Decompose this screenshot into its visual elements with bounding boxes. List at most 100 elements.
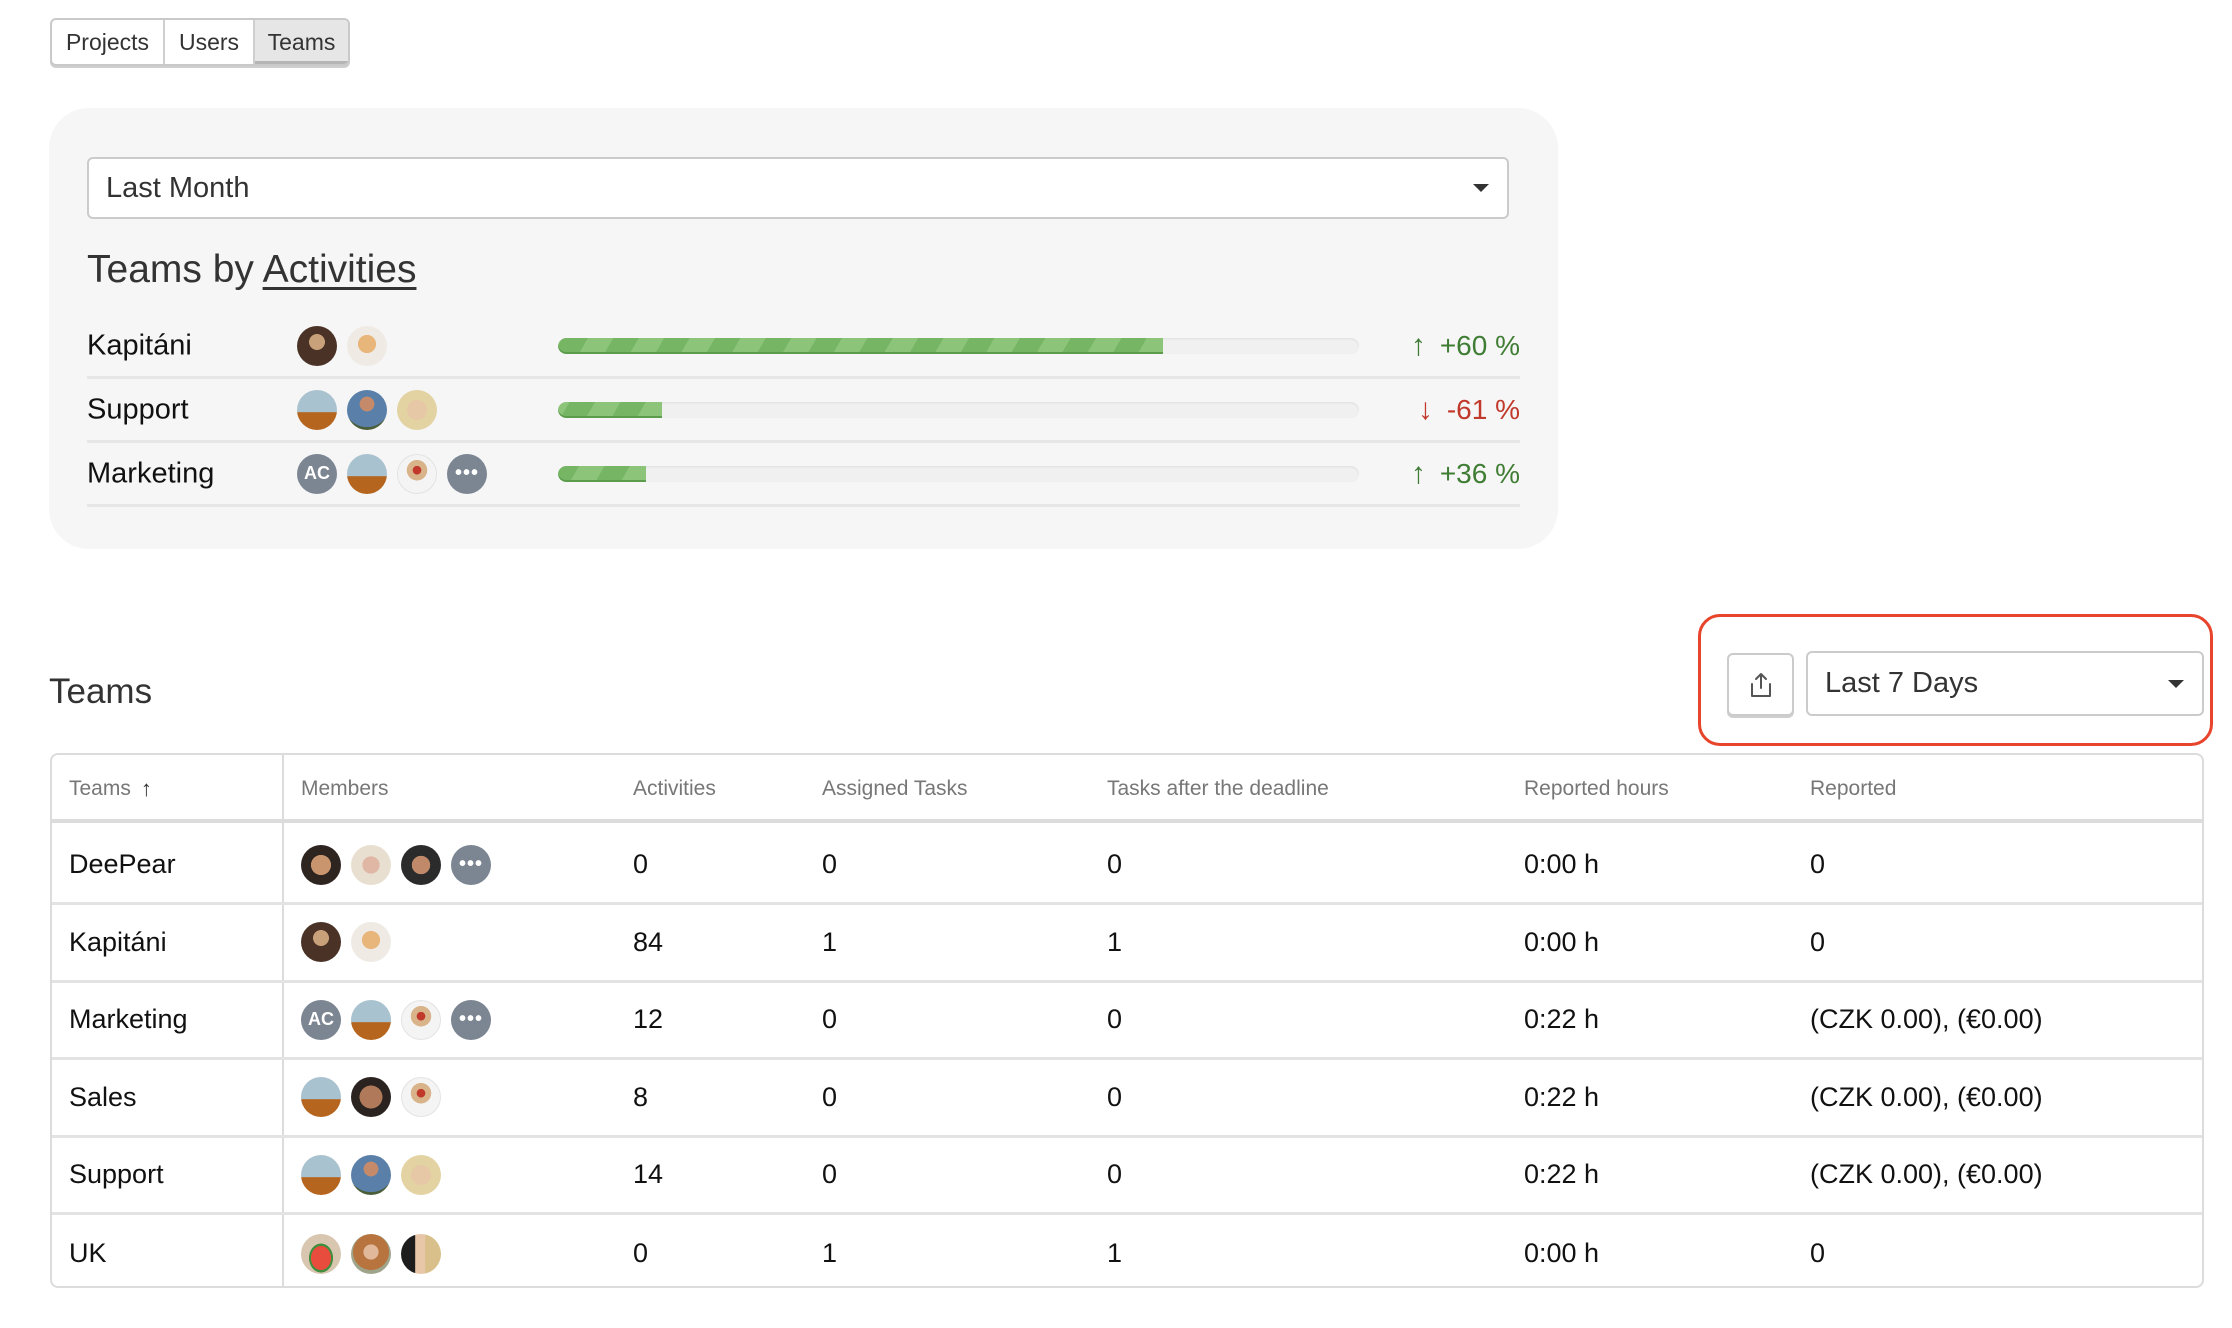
avatar — [301, 922, 341, 962]
column-header-activities[interactable]: Activities — [633, 755, 716, 823]
activity-change-value: +60 % — [1439, 329, 1520, 361]
avatar — [401, 844, 441, 885]
period-select-value: Last Month — [106, 171, 250, 204]
team-name: Marketing — [69, 1004, 188, 1034]
teams-section-title: Teams — [49, 672, 153, 711]
table-row[interactable]: DeePear ••• 0 0 0 0:00 h 0 — [52, 827, 2202, 905]
tasks-after-deadline-value: 0 — [1107, 849, 1123, 879]
activity-bar-track — [558, 337, 1359, 354]
activity-row: Marketing AC ••• ↑ +36 % — [87, 443, 1520, 507]
tasks-after-deadline-value: 0 — [1107, 1159, 1123, 1189]
avatar — [351, 922, 391, 962]
team-name: DeePear — [69, 849, 176, 879]
activities-link[interactable]: Activities — [263, 248, 417, 291]
export-button[interactable] — [1727, 653, 1794, 716]
team-members — [301, 1233, 441, 1274]
column-header-members[interactable]: Members — [301, 755, 389, 823]
more-members-icon[interactable]: ••• — [451, 844, 491, 885]
column-header-reported-hours[interactable]: Reported hours — [1524, 755, 1669, 823]
activity-change: ↑ +60 % — [1411, 329, 1520, 363]
activities-value: 84 — [633, 926, 664, 957]
avatar — [351, 844, 391, 885]
view-tabs: Projects Users Teams — [50, 18, 350, 66]
members-cell — [301, 1215, 441, 1287]
members-cell — [301, 1137, 441, 1212]
arrow-up-icon: ↑ — [1410, 456, 1426, 490]
tasks-after-deadline-value: 0 — [1107, 1004, 1123, 1034]
table-row[interactable]: Kapitáni 84 1 1 0:00 h 0 — [52, 905, 2202, 983]
avatar — [347, 453, 387, 494]
activities-value: 0 — [633, 849, 649, 879]
reported-hours-value: 0:00 h — [1524, 849, 1600, 879]
activity-change: ↑ +36 % — [1411, 457, 1520, 491]
team-members: AC ••• — [301, 999, 491, 1040]
arrow-down-icon: ↓ — [1417, 392, 1433, 426]
caret-down-icon — [1473, 184, 1489, 192]
reported-hours-value: 0:22 h — [1524, 1004, 1600, 1034]
arrow-up-icon: ↑ — [1410, 328, 1426, 362]
avatar — [351, 999, 391, 1040]
column-header-tasks-after-deadline[interactable]: Tasks after the deadline — [1107, 755, 1329, 823]
activity-bar-track — [558, 465, 1359, 482]
more-members-icon[interactable]: ••• — [447, 453, 487, 494]
avatar: AC — [297, 453, 337, 494]
avatar — [401, 1233, 441, 1274]
avatar — [301, 1154, 341, 1195]
team-name: Kapitáni — [69, 926, 167, 957]
teams-period-select-value: Last 7 Days — [1825, 667, 1979, 699]
tab-teams[interactable]: Teams — [255, 20, 348, 64]
table-row[interactable]: Sales 8 0 0 0:22 h (CZK 0.00), (€0.00) — [52, 1060, 2202, 1138]
table-row[interactable]: Marketing AC ••• 12 0 0 0:22 h (CZK 0.00), (€0.… — [52, 982, 2202, 1060]
column-header-assigned-tasks[interactable]: Assigned Tasks — [822, 755, 968, 823]
more-members-icon[interactable]: ••• — [451, 999, 491, 1040]
tab-users[interactable]: Users — [165, 20, 255, 64]
avatar — [347, 325, 387, 366]
column-header-reported[interactable]: Reported — [1810, 755, 1896, 823]
team-members — [297, 325, 387, 366]
assigned-tasks-value: 0 — [822, 1081, 838, 1112]
tasks-after-deadline-value: 1 — [1107, 926, 1123, 957]
assigned-tasks-value: 0 — [822, 849, 838, 879]
team-members: ••• — [301, 844, 491, 885]
column-header-label: Teams — [69, 777, 131, 800]
reported-hours-value: 0:00 h — [1524, 926, 1600, 957]
avatar — [301, 1233, 341, 1274]
teams-table: Teams ↑ Members Activities Assigned Task… — [50, 753, 2204, 1288]
avatar — [401, 1077, 441, 1117]
assigned-tasks-value: 1 — [822, 1238, 838, 1268]
avatar — [347, 389, 387, 430]
activity-row: Support ↓ -61 % — [87, 379, 1520, 443]
members-cell — [301, 1060, 441, 1135]
avatar — [401, 1154, 441, 1195]
teams-by-activities-panel: Last Month Teams by Activities Kapitáni ↑… — [49, 108, 1558, 549]
activity-bar-fill — [558, 465, 647, 482]
team-members — [301, 922, 391, 962]
tab-projects[interactable]: Projects — [52, 20, 165, 64]
avatar — [351, 1233, 391, 1274]
table-row[interactable]: Support 14 0 0 0:22 h (CZK 0.00), (€0.00) — [52, 1137, 2202, 1215]
team-members: AC ••• — [297, 453, 487, 494]
activities-value: 0 — [633, 1238, 649, 1268]
avatar: AC — [301, 999, 341, 1040]
teams-period-select[interactable]: Last 7 Days — [1806, 651, 2204, 716]
table-row[interactable]: UK 0 1 1 0:00 h 0 — [52, 1215, 2202, 1287]
panel-title-prefix: Teams by — [87, 248, 254, 291]
team-name: UK — [69, 1238, 107, 1268]
tasks-after-deadline-value: 0 — [1107, 1081, 1123, 1112]
team-name: Kapitáni — [87, 329, 192, 361]
activities-value: 8 — [633, 1081, 649, 1112]
table-header: Teams ↑ Members Activities Assigned Task… — [52, 755, 2202, 823]
avatar — [297, 389, 337, 430]
assigned-tasks-value: 0 — [822, 1159, 838, 1189]
panel-title: Teams by Activities — [87, 248, 416, 292]
period-select[interactable]: Last Month — [87, 157, 1509, 219]
activity-row: Kapitáni ↑ +60 % — [87, 315, 1520, 379]
column-header-teams[interactable]: Teams ↑ — [69, 755, 152, 823]
team-name: Sales — [69, 1081, 137, 1112]
avatar — [351, 1077, 391, 1117]
avatar — [397, 453, 437, 494]
avatar — [297, 325, 337, 366]
team-name: Marketing — [87, 457, 215, 489]
reported-value: 0 — [1810, 849, 1826, 879]
reported-value: (CZK 0.00), (€0.00) — [1810, 1004, 2043, 1034]
